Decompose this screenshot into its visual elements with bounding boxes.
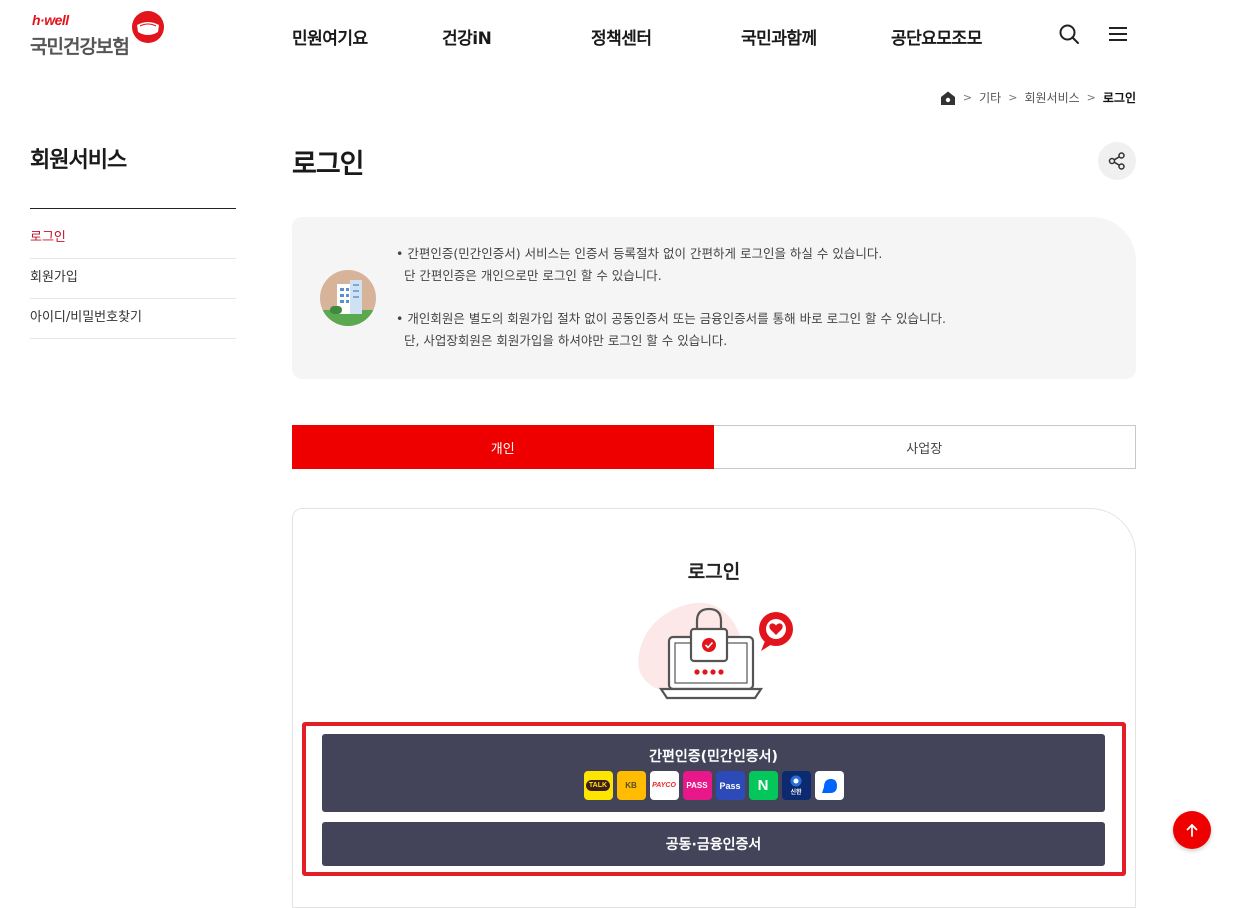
search-icon[interactable] [1057,22,1081,46]
kb-bank-icon[interactable]: KB [616,771,646,800]
tab-business[interactable]: 사업장 [713,425,1136,469]
nav-item-minwon[interactable]: 민원여기요 [292,24,368,49]
logo[interactable]: h·well 국민건강보험 [30,10,170,58]
nav-item-about[interactable]: 공단요모조모 [891,24,982,49]
nav-item-with-people[interactable]: 국민과함께 [741,24,817,49]
kakao-talk-icon[interactable]: TALK [583,771,613,800]
notice-line: • 간편인증(민간인증서) 서비스는 인증서 등록절차 없이 간편하게 로그인을… [396,246,883,261]
sidebar-title: 회원서비스 [30,148,127,173]
sidebar-menu: 로그인 회원가입 아이디/비밀번호찾기 [30,219,236,339]
payco-icon[interactable]: PAYCO [649,771,679,800]
notice-line: • 개인회원은 별도의 회원가입 절차 없이 공동인증서 또는 금융인증서를 통… [396,311,946,326]
logo-mask-icon [132,11,164,43]
member-type-tabs: 개인 사업장 [292,425,1136,469]
laptop-lock-illustration [638,602,793,700]
notice-text: • 간편인증(민간인증서) 서비스는 인증서 등록절차 없이 간편하게 로그인을… [396,243,946,352]
share-icon [1108,152,1125,170]
sidebar-item-find-id-password[interactable]: 아이디/비밀번호찾기 [30,299,236,339]
breadcrumb-separator: > [962,91,973,104]
easy-auth-label: 간편인증(민간인증서) [649,749,778,765]
nav-item-policy-center[interactable]: 정책센터 [591,24,652,49]
logo-tagline: h·well [32,12,69,28]
page-title: 로그인 [292,149,365,180]
building-icon [320,270,376,326]
login-card: 로그인 간편인증(민간인증서) TALK KB PAYCO PASS Pass … [292,508,1136,908]
breadcrumb-separator: > [1008,91,1018,104]
sidebar-item-login[interactable]: 로그인 [30,219,236,259]
logo-name: 국민건강보험 [30,36,130,58]
arrow-up-icon [1186,823,1198,837]
pass-skt-icon[interactable]: PASS [682,771,712,800]
breadcrumb: > 기타 > 회원서비스 > 로그인 [940,89,1136,106]
joint-financial-cert-button[interactable]: 공동·금융인증서 [322,822,1105,866]
share-button[interactable] [1098,142,1136,180]
pass-kt-icon[interactable]: Pass [715,771,745,800]
hamburger-menu-icon[interactable] [1106,22,1130,46]
home-icon[interactable] [940,90,956,106]
breadcrumb-current: 로그인 [1102,91,1136,105]
notice-box: • 간편인증(민간인증서) 서비스는 인증서 등록절차 없이 간편하게 로그인을… [292,217,1136,379]
breadcrumb-separator: > [1086,91,1096,104]
login-title: 로그인 [687,561,741,583]
sidebar-item-signup[interactable]: 회원가입 [30,259,236,299]
provider-icons: TALK KB PAYCO PASS Pass N 신한 [322,771,1105,800]
toss-icon[interactable] [814,771,844,800]
sidebar-divider [30,208,236,209]
notice-line: 단, 사업장회원은 회원가입을 하셔야만 로그인 할 수 있습니다. [396,333,728,348]
shinhan-icon[interactable]: 신한 [781,771,811,800]
easy-auth-button[interactable]: 간편인증(민간인증서) TALK KB PAYCO PASS Pass N 신한 [322,734,1105,812]
naver-icon[interactable]: N [748,771,778,800]
notice-line: 단 간편인증은 개인으로만 로그인 할 수 있습니다. [396,268,662,283]
scroll-to-top-button[interactable] [1173,811,1211,849]
breadcrumb-item-member-service[interactable]: 회원서비스 [1024,89,1079,106]
tab-personal[interactable]: 개인 [292,425,714,469]
nav-item-health-in[interactable]: 건강iN [442,24,492,49]
breadcrumb-item-etc[interactable]: 기타 [979,89,1001,106]
